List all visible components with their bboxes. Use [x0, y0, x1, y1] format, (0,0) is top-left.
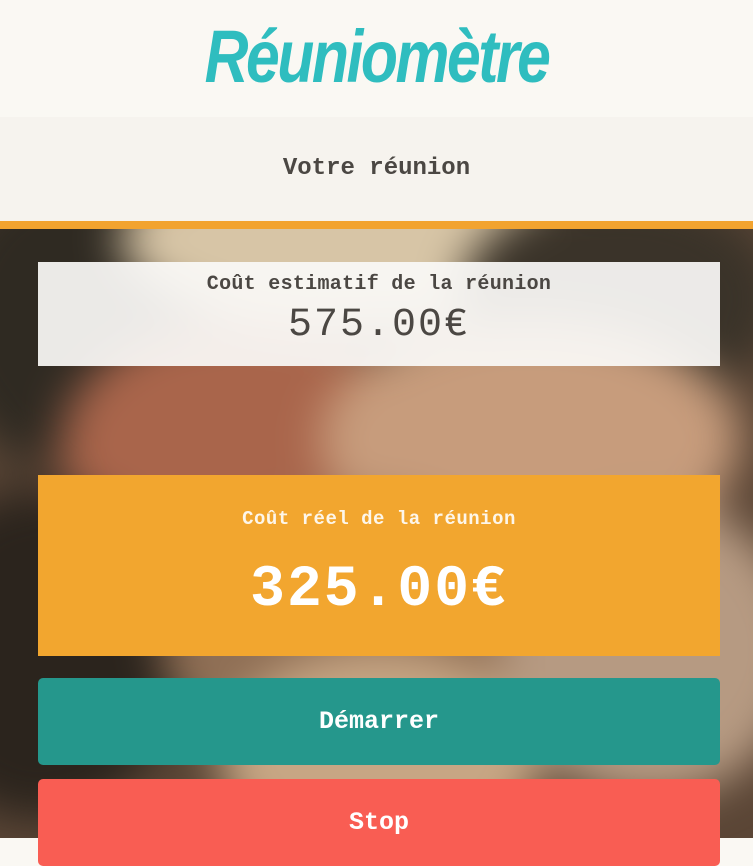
app-header: Réuniomètre [0, 0, 753, 117]
estimated-cost-label: Coût estimatif de la réunion [206, 273, 552, 296]
accent-divider [0, 221, 753, 229]
estimated-cost-value: 575.00€ [287, 303, 471, 348]
estimated-cost-card: Coût estimatif de la réunion 575.00€ [38, 262, 720, 366]
actual-cost-card: Coût réel de la réunion 325.00€ [38, 475, 720, 656]
stop-button[interactable]: Stop [38, 779, 720, 866]
start-button[interactable]: Démarrer [38, 678, 720, 765]
section-title: Votre réunion [282, 155, 471, 182]
app-logo: Réuniomètre [204, 15, 551, 98]
actual-cost-value: 325.00€ [250, 558, 508, 623]
actual-cost-label: Coût réel de la réunion [242, 508, 516, 530]
